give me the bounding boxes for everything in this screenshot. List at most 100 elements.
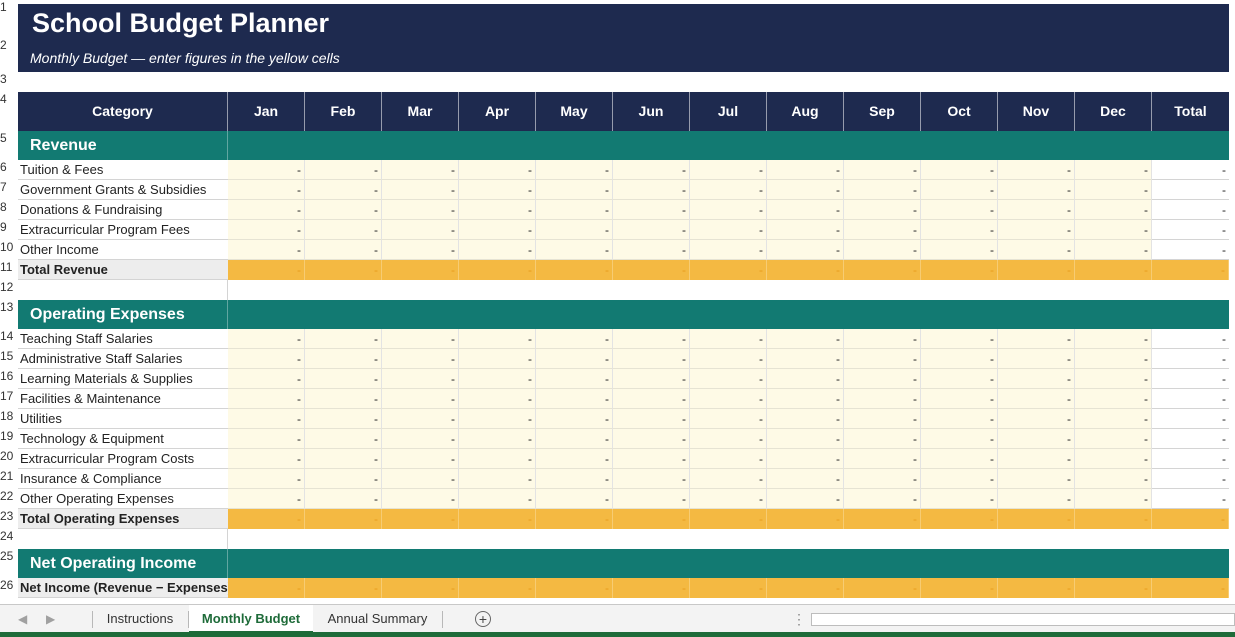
expense-row-oct-cell[interactable]: - [921,489,998,509]
expense-row-jul-cell[interactable]: - [690,469,767,489]
revenue-row-nov-cell[interactable]: - [998,200,1075,220]
total-expenses-row-nov-cell[interactable]: - [998,509,1075,529]
expense-row-jul-cell[interactable]: - [690,369,767,389]
expense-row-mar-cell[interactable]: - [382,329,459,349]
expense-row-jun-cell[interactable]: - [613,389,690,409]
expense-row-oct-cell[interactable]: - [921,389,998,409]
expense-row-nov-cell[interactable]: - [998,469,1075,489]
revenue-row-aug-cell[interactable]: - [767,240,844,260]
expense-row-oct-cell[interactable]: - [921,369,998,389]
total-expenses-row-mar-cell[interactable]: - [382,509,459,529]
expense-row-jun-cell[interactable]: - [613,429,690,449]
net-income-row-oct-cell[interactable]: - [921,578,998,598]
row-number[interactable]: 1 [0,0,16,38]
revenue-row-oct-cell[interactable]: - [921,200,998,220]
revenue-row-dec-cell[interactable]: - [1075,220,1152,240]
total-expenses-row-jun-cell[interactable]: - [613,509,690,529]
expense-row-jan-cell[interactable]: - [228,489,305,509]
revenue-row-jun-cell[interactable]: - [613,160,690,180]
row-number[interactable]: 12 [0,280,16,300]
expense-row-feb-cell[interactable]: - [305,349,382,369]
expense-row-aug-cell[interactable]: - [767,449,844,469]
revenue-row-oct-cell[interactable]: - [921,160,998,180]
expense-row-aug-cell[interactable]: - [767,429,844,449]
expense-row-jun-cell[interactable]: - [613,409,690,429]
total-revenue-row-nov-cell[interactable]: - [998,260,1075,280]
expense-row-label[interactable]: Learning Materials & Supplies [18,369,228,389]
revenue-row-aug-cell[interactable]: - [767,200,844,220]
expense-row-may-cell[interactable]: - [536,489,613,509]
expense-row-apr-cell[interactable]: - [459,389,536,409]
revenue-row-jan-cell[interactable]: - [228,180,305,200]
revenue-row-jul-cell[interactable]: - [690,240,767,260]
net-income-row-label[interactable]: Net Income (Revenue − Expenses) [18,578,228,598]
total-revenue-row-jul-cell[interactable]: - [690,260,767,280]
revenue-row-total-cell[interactable]: - [1152,160,1229,180]
expense-row-total-cell[interactable]: - [1152,469,1229,489]
expense-row-dec-cell[interactable]: - [1075,389,1152,409]
revenue-row-total-cell[interactable]: - [1152,180,1229,200]
expense-row-may-cell[interactable]: - [536,449,613,469]
revenue-row-nov-cell[interactable]: - [998,160,1075,180]
expense-row-feb-cell[interactable]: - [305,429,382,449]
expense-row-aug-cell[interactable]: - [767,349,844,369]
expense-row-mar-cell[interactable]: - [382,349,459,369]
expense-row-sep-cell[interactable]: - [844,489,921,509]
expense-row-jul-cell[interactable]: - [690,429,767,449]
row-number[interactable]: 5 [0,131,16,160]
expense-row-nov-cell[interactable]: - [998,349,1075,369]
expense-row-feb-cell[interactable]: - [305,409,382,429]
expense-row-nov-cell[interactable]: - [998,429,1075,449]
expense-row-jan-cell[interactable]: - [228,369,305,389]
expense-row-jul-cell[interactable]: - [690,389,767,409]
add-sheet-icon[interactable]: + [475,611,491,627]
revenue-row-mar-cell[interactable]: - [382,220,459,240]
expense-row-jun-cell[interactable]: - [613,369,690,389]
revenue-row-dec-cell[interactable]: - [1075,160,1152,180]
revenue-row-nov-cell[interactable]: - [998,220,1075,240]
expense-row-apr-cell[interactable]: - [459,449,536,469]
revenue-row-jan-cell[interactable]: - [228,160,305,180]
expense-row-label[interactable]: Insurance & Compliance [18,469,228,489]
row-number[interactable]: 2 [0,38,16,72]
revenue-row-feb-cell[interactable]: - [305,200,382,220]
expense-row-apr-cell[interactable]: - [459,409,536,429]
total-revenue-row-dec-cell[interactable]: - [1075,260,1152,280]
tab-annual-summary[interactable]: Annual Summary [314,605,441,633]
expense-row-jun-cell[interactable]: - [613,489,690,509]
total-expenses-row-oct-cell[interactable]: - [921,509,998,529]
expense-row-aug-cell[interactable]: - [767,329,844,349]
total-revenue-row-apr-cell[interactable]: - [459,260,536,280]
net-income-row-apr-cell[interactable]: - [459,578,536,598]
net-income-row-jul-cell[interactable]: - [690,578,767,598]
expense-row-total-cell[interactable]: - [1152,449,1229,469]
expense-row-feb-cell[interactable]: - [305,469,382,489]
net-income-row-total-cell[interactable]: - [1152,578,1229,598]
expense-row-sep-cell[interactable]: - [844,409,921,429]
total-revenue-row-jan-cell[interactable]: - [228,260,305,280]
total-expenses-row-jul-cell[interactable]: - [690,509,767,529]
expense-row-label[interactable]: Utilities [18,409,228,429]
expense-row-jun-cell[interactable]: - [613,469,690,489]
expense-row-dec-cell[interactable]: - [1075,449,1152,469]
expense-row-feb-cell[interactable]: - [305,329,382,349]
expense-row-may-cell[interactable]: - [536,429,613,449]
expense-row-label[interactable]: Teaching Staff Salaries [18,329,228,349]
expense-row-sep-cell[interactable]: - [844,349,921,369]
revenue-row-dec-cell[interactable]: - [1075,180,1152,200]
expense-row-dec-cell[interactable]: - [1075,429,1152,449]
revenue-row-jul-cell[interactable]: - [690,220,767,240]
row-number[interactable]: 4 [0,92,16,131]
total-expenses-row-jan-cell[interactable]: - [228,509,305,529]
expense-row-oct-cell[interactable]: - [921,329,998,349]
total-expenses-row-apr-cell[interactable]: - [459,509,536,529]
revenue-row-label[interactable]: Tuition & Fees [18,160,228,180]
expense-row-feb-cell[interactable]: - [305,389,382,409]
net-income-row-mar-cell[interactable]: - [382,578,459,598]
revenue-row-jun-cell[interactable]: - [613,200,690,220]
total-revenue-row-mar-cell[interactable]: - [382,260,459,280]
total-revenue-row-may-cell[interactable]: - [536,260,613,280]
revenue-row-jul-cell[interactable]: - [690,180,767,200]
total-expenses-row-total-cell[interactable]: - [1152,509,1229,529]
expense-row-total-cell[interactable]: - [1152,409,1229,429]
